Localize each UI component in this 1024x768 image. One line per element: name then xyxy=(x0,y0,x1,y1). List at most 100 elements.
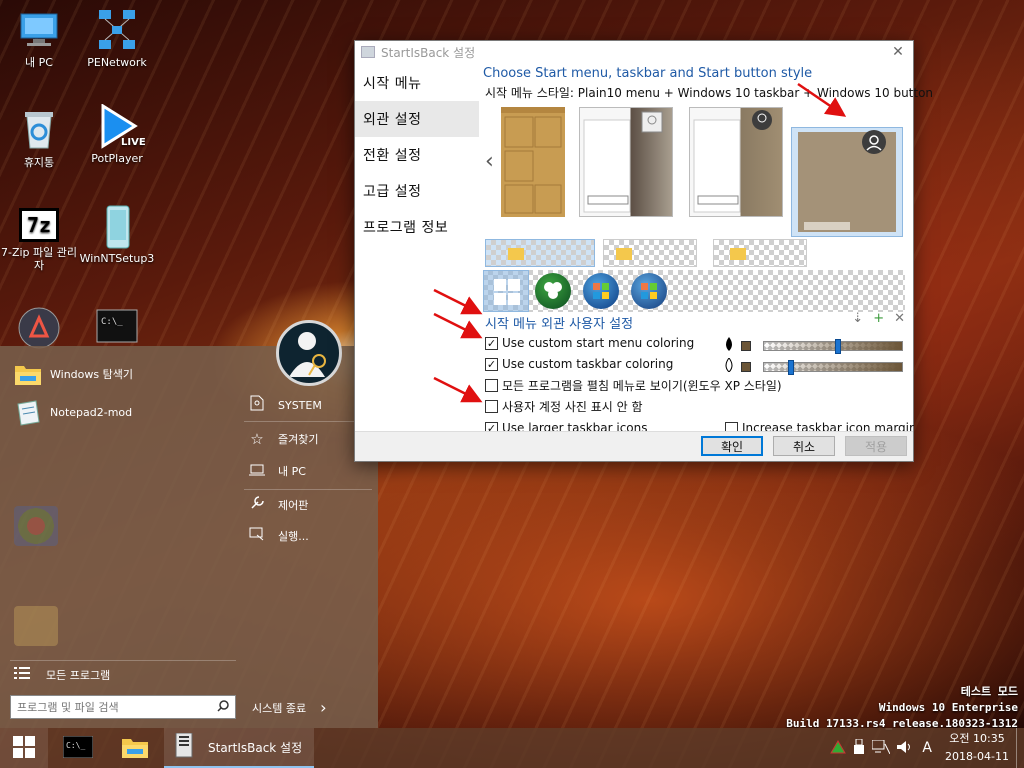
right-item-run[interactable]: 실행... xyxy=(246,522,370,550)
clock[interactable]: 오전 10:35 2018-04-11 xyxy=(938,730,1016,766)
taskbar-style-3[interactable] xyxy=(713,239,807,267)
add-icon[interactable]: + xyxy=(873,311,884,326)
desktop-icon-winntsetup[interactable]: WinNTSetup3 xyxy=(78,204,156,265)
shutdown-button[interactable]: 시스템 종료 › xyxy=(252,698,327,717)
slider-fill xyxy=(764,362,902,371)
nav-start-menu[interactable]: 시작 메뉴 xyxy=(355,65,479,101)
pinned-item-notepad2[interactable]: Notepad2-mod xyxy=(14,398,132,426)
checkbox[interactable]: ✓ xyxy=(485,336,498,350)
orb-windows10-selected[interactable] xyxy=(483,270,529,312)
checkbox[interactable]: ✓ xyxy=(485,357,498,371)
start-search-input[interactable] xyxy=(17,700,197,714)
annotation-arrows xyxy=(433,288,483,403)
folder-icon xyxy=(730,246,746,263)
start-menu: Windows 탐색기 Notepad2-mod 모든 프로그램 프로그램 및 … xyxy=(0,346,378,728)
checkbox[interactable] xyxy=(485,378,498,392)
nav-advanced[interactable]: 고급 설정 xyxy=(355,173,479,209)
pinned-item-explorer[interactable]: Windows 탐색기 xyxy=(14,360,133,388)
desktop-icon-penetwork[interactable]: PENetwork xyxy=(78,8,156,69)
checkbox-row-custom-start-coloring[interactable]: ✓ Use custom start menu coloring xyxy=(485,333,694,353)
checkbox-label: Use custom taskbar coloring xyxy=(502,357,674,371)
network-icon[interactable] xyxy=(871,739,891,757)
right-item-label: 실행... xyxy=(278,530,309,543)
desktop-icon-recycle-bin[interactable]: 휴지통 xyxy=(0,108,78,169)
taskbar-app-label: StartIsBack 설정 xyxy=(208,740,303,755)
nav-appearance[interactable]: 외관 설정 xyxy=(355,101,479,137)
chevron-right-icon: › xyxy=(320,698,327,717)
slider-knob[interactable] xyxy=(788,359,794,375)
menu-style-thumb-4-selected[interactable] xyxy=(791,127,903,237)
checkbox-row-xp-style-programs[interactable]: 모든 프로그램을 펼침 메뉴로 보이기(윈도우 XP 스타일) xyxy=(485,375,782,395)
network-activity-icon[interactable] xyxy=(830,739,847,757)
desktop-icon-potplayer[interactable]: LIVE PotPlayer xyxy=(78,103,156,165)
menu-style-thumb-3[interactable] xyxy=(689,107,783,217)
list-icon xyxy=(14,666,32,683)
right-item-label: 즐겨찾기 xyxy=(278,433,319,446)
color-swatch[interactable] xyxy=(741,340,751,351)
app-triangle-icon xyxy=(17,306,61,350)
faded-pinned-item[interactable] xyxy=(14,606,58,646)
desktop-icon-my-pc[interactable]: 내 PC xyxy=(0,8,78,69)
orb-windows7-icon[interactable] xyxy=(583,273,619,309)
start-menu-color-control xyxy=(723,337,903,354)
cancel-button[interactable]: 취소 xyxy=(773,436,835,456)
taskbar-opacity-slider[interactable] xyxy=(763,359,903,375)
divider xyxy=(244,421,372,422)
taskbar-style-2[interactable] xyxy=(603,239,697,267)
taskbar-cmd[interactable]: C:\_ xyxy=(56,728,100,768)
start-search-box[interactable] xyxy=(10,695,236,719)
menu-style-thumb-1[interactable] xyxy=(501,107,565,217)
windows-logo-icon xyxy=(13,735,35,761)
section-heading: Choose Start menu, taskbar and Start but… xyxy=(483,66,813,81)
checkbox-label: Use custom start menu coloring xyxy=(502,336,695,350)
clock-time: 오전 10:35 xyxy=(949,732,1005,745)
dialog-title: StartIsBack 설정 xyxy=(381,45,476,60)
right-item-favorites[interactable]: ☆ 즐겨찾기 › xyxy=(246,425,370,453)
orb-windows-vista-icon[interactable] xyxy=(631,273,667,309)
color-swatch[interactable] xyxy=(741,361,751,372)
7zip-logo-text: 7z xyxy=(26,213,52,237)
slider-knob[interactable] xyxy=(835,338,841,354)
menu-style-thumb-2[interactable] xyxy=(579,107,673,217)
monitor-icon xyxy=(17,8,61,52)
show-desktop-button[interactable] xyxy=(1016,728,1024,768)
clock-date: 2018-04-11 xyxy=(945,750,1009,763)
right-item-user[interactable]: SYSTEM xyxy=(246,391,370,419)
taskbar-style-1-selected[interactable] xyxy=(485,239,595,267)
all-programs-item[interactable]: 모든 프로그램 xyxy=(14,666,110,683)
cmd-prompt-text: C:\_ xyxy=(66,741,85,750)
dialog-titlebar[interactable]: StartIsBack 설정 xyxy=(355,41,913,63)
usb-icon[interactable] xyxy=(854,738,865,758)
start-button[interactable] xyxy=(0,728,48,768)
faded-pinned-item[interactable] xyxy=(14,506,58,546)
right-item-label: 내 PC xyxy=(278,465,306,478)
checkbox[interactable] xyxy=(485,399,498,413)
right-item-control-panel[interactable]: 제어판 xyxy=(246,491,370,519)
avatar[interactable] xyxy=(276,320,342,386)
right-item-my-pc[interactable]: 내 PC xyxy=(246,457,370,485)
recycle-bin-icon xyxy=(17,108,61,152)
checkbox-label: 사용자 계정 사진 표시 안 함 xyxy=(502,399,643,414)
download-icon[interactable]: ⇣ xyxy=(852,311,863,326)
nav-about[interactable]: 프로그램 정보 xyxy=(355,209,479,245)
start-menu-opacity-slider[interactable] xyxy=(763,338,903,354)
previous-arrow[interactable]: ‹ xyxy=(485,149,494,174)
orb-clover-icon[interactable] xyxy=(535,273,571,309)
ok-button[interactable]: 확인 xyxy=(701,436,763,456)
network-icon xyxy=(95,8,139,52)
taskbar-explorer[interactable] xyxy=(110,728,160,768)
input-indicator[interactable]: A xyxy=(922,740,932,756)
checkbox-row-custom-taskbar-coloring[interactable]: ✓ Use custom taskbar coloring xyxy=(485,354,673,374)
taskbar-startisback[interactable]: StartIsBack 설정 xyxy=(164,728,314,768)
customization-tools: ⇣ + ✕ xyxy=(852,311,905,326)
desktop-icon-7zip[interactable]: 7z 7-Zip 파일 관리자 xyxy=(0,208,78,272)
close-button[interactable]: ✕ xyxy=(889,43,907,61)
volume-icon[interactable] xyxy=(896,740,914,757)
checkbox-row-hide-user-picture[interactable]: 사용자 계정 사진 표시 안 함 xyxy=(485,396,643,416)
watermark-line: 테스트 모드 xyxy=(960,685,1018,698)
nav-switching[interactable]: 전환 설정 xyxy=(355,137,479,173)
apply-button[interactable]: 적용 xyxy=(845,436,907,456)
taskbar-color-control xyxy=(723,357,903,375)
customization-heading: 시작 메뉴 외관 사용자 설정 xyxy=(485,317,634,332)
remove-icon[interactable]: ✕ xyxy=(894,311,905,326)
